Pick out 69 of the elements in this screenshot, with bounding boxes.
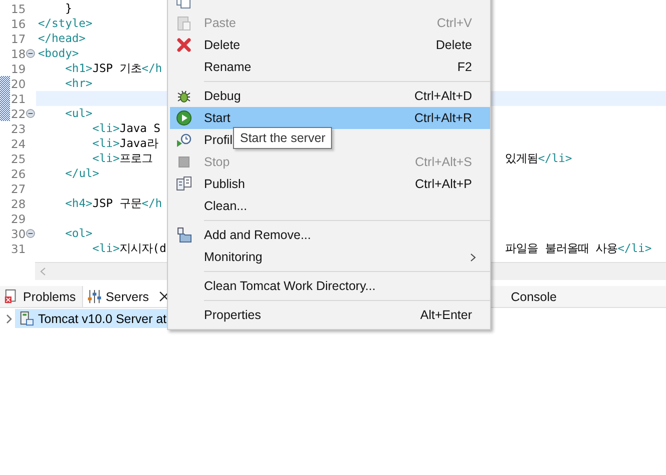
menu-item[interactable]: Publish	[204, 177, 245, 191]
code-line: <li>Java S	[91, 122, 160, 135]
clipboard-icon	[176, 15, 192, 31]
close-icon[interactable]	[158, 291, 170, 302]
menu-item[interactable]: Rename	[204, 60, 252, 74]
play-icon	[176, 110, 192, 126]
change-marker	[0, 76, 10, 121]
menu-item[interactable]: Monitoring	[204, 250, 262, 264]
stop-icon	[176, 154, 192, 170]
line-number: 23	[11, 122, 26, 136]
folder-icon	[176, 227, 192, 243]
code-line: <ul>	[64, 107, 92, 120]
server-icon	[19, 311, 34, 326]
code-line: <body>	[38, 47, 79, 60]
menu-item[interactable]: Properties	[204, 308, 261, 322]
line-number: 16	[11, 16, 26, 30]
bug-icon	[176, 88, 192, 104]
menu-item[interactable]: Start Ctrl+Alt+R	[170, 107, 490, 129]
tooltip: Start the server	[233, 127, 332, 149]
line-number: 28	[11, 196, 26, 210]
line-number: 15	[11, 2, 26, 16]
menu-item[interactable]: Clean...	[204, 199, 248, 213]
code-line: }	[64, 2, 72, 15]
shortcut-text: F2	[457, 60, 472, 74]
line-number: 24	[11, 136, 26, 150]
collapse-icon[interactable]	[26, 49, 35, 58]
code-line: <ol>	[64, 227, 92, 240]
line-number: 17	[11, 32, 26, 46]
shortcut-text: Ctrl+Alt+S	[415, 155, 472, 169]
line-number: 26	[11, 166, 26, 180]
code-line: </head>	[38, 32, 86, 45]
stopwatch-icon	[176, 132, 192, 148]
line-number: 27	[11, 182, 26, 196]
menu-item[interactable]: Debug	[204, 89, 241, 103]
collapse-icon[interactable]	[26, 229, 35, 238]
line-number: 19	[11, 62, 26, 76]
code-line: <hr>	[64, 77, 92, 90]
shortcut-text: Delete	[436, 38, 472, 52]
collapse-icon[interactable]	[26, 109, 35, 118]
menu-item[interactable]: Add and Remove...	[204, 228, 312, 242]
line-number: 25	[11, 152, 26, 166]
code-line: </ul>	[64, 167, 100, 180]
code-line: <h1>JSP 기초</h	[64, 61, 162, 76]
code-line: <li>지시자(d	[91, 241, 166, 256]
view-tab[interactable]: Console	[506, 286, 563, 307]
shortcut-text: Alt+Enter	[420, 308, 472, 322]
shortcut-text: Ctrl+Alt+P	[415, 177, 472, 191]
code-line: <li>프로그	[91, 151, 153, 166]
delete-icon	[176, 37, 192, 53]
line-number: 31	[11, 242, 26, 256]
line-number: 20	[11, 76, 26, 90]
publish-icon	[176, 176, 192, 192]
code-line: 있게됨</li>	[505, 151, 572, 166]
line-number: 18	[11, 46, 26, 60]
code-line: 파일을 불러올때 사용</li>	[505, 241, 652, 256]
line-number: 21	[11, 92, 26, 106]
menu-item[interactable]: Delete	[204, 38, 240, 52]
code-line: <li>Java라	[91, 136, 158, 151]
code-line: <h4>JSP 구문</h	[64, 196, 162, 211]
line-number: 29	[11, 212, 26, 226]
menu-item[interactable]: Clean Tomcat Work Directory...	[204, 279, 376, 293]
shortcut-text: Ctrl+V	[436, 16, 472, 30]
code-line: </style>	[38, 17, 92, 30]
shortcut-text: Ctrl+Alt+D	[414, 89, 472, 103]
line-number: 22	[11, 106, 26, 120]
line-number: 30	[11, 226, 26, 240]
menu-item[interactable]: Profil	[204, 133, 232, 147]
view-tab[interactable]: Problems	[0, 286, 82, 307]
sliders-icon	[86, 289, 102, 304]
